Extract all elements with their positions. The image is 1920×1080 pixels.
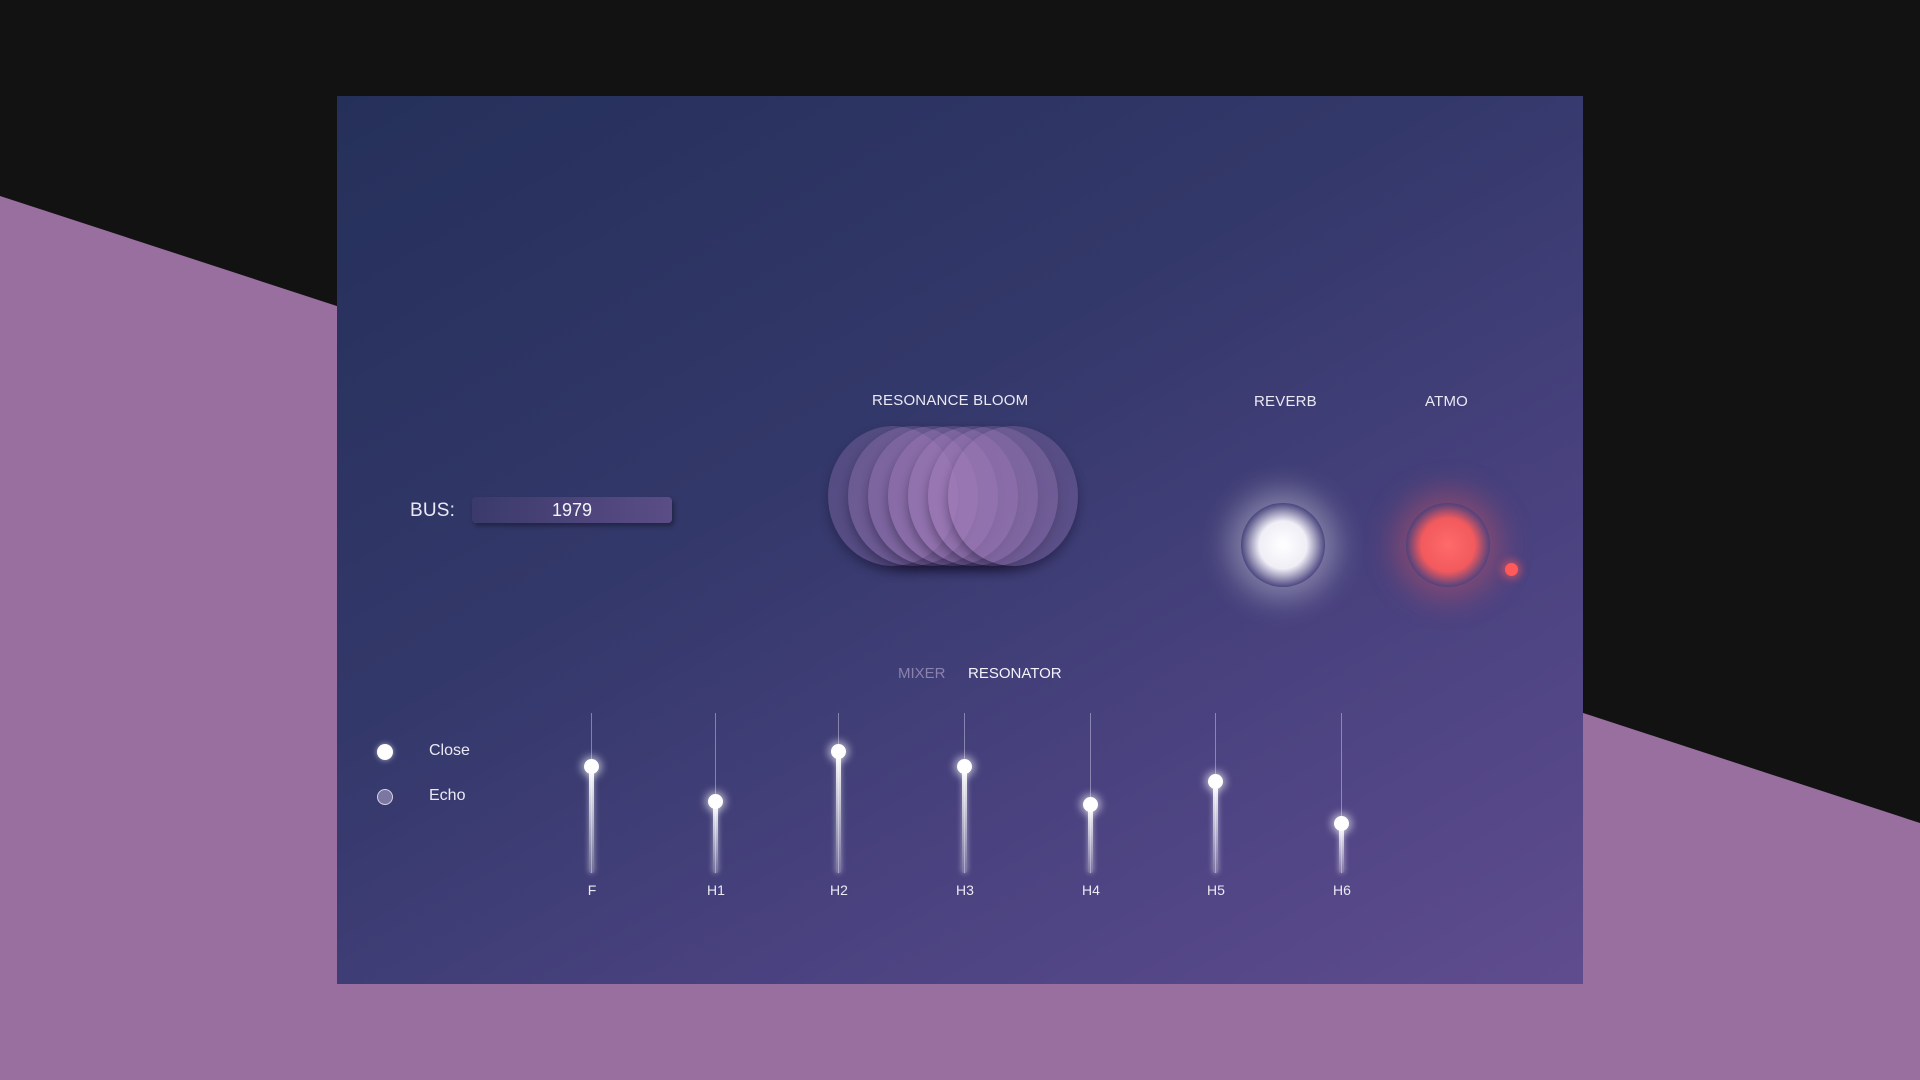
slider-handle[interactable]: [1208, 774, 1223, 789]
bus-value-field[interactable]: 1979: [472, 497, 672, 523]
atmo-title: ATMO: [1425, 393, 1469, 410]
slider-fill: [589, 766, 594, 873]
slider-h3[interactable]: H3: [945, 713, 985, 898]
slider-handle[interactable]: [1083, 796, 1098, 812]
radio-echo[interactable]: [377, 789, 393, 805]
slider-label: F: [587, 882, 597, 898]
reverb-knob[interactable]: [1241, 503, 1325, 587]
slider-handle[interactable]: [584, 759, 599, 774]
slider-label: H3: [956, 882, 974, 898]
slider-label: H4: [1082, 882, 1100, 898]
radio-close[interactable]: [377, 744, 393, 760]
reverb-title: REVERB: [1254, 393, 1317, 410]
radio-echo-label: Echo: [429, 787, 466, 804]
slider-h6[interactable]: H6: [1322, 713, 1362, 898]
slider-handle[interactable]: [831, 744, 846, 759]
slider-fill: [1213, 781, 1218, 873]
tab-resonator[interactable]: RESONATOR: [968, 665, 1062, 682]
tab-mixer[interactable]: MIXER: [898, 665, 946, 682]
slider-label: H1: [707, 882, 725, 898]
slider-handle[interactable]: [1334, 816, 1349, 831]
slider-label: H6: [1333, 882, 1351, 898]
plugin-panel: BUS: 1979 RESONANCE BLOOM REVERB ATMO MI…: [337, 96, 1583, 984]
bus-label: BUS:: [410, 500, 456, 521]
slider-fill: [962, 766, 967, 873]
slider-fill: [1088, 803, 1093, 873]
atmo-knob[interactable]: [1406, 503, 1490, 587]
slider-handle[interactable]: [957, 759, 972, 774]
slider-h4[interactable]: H4: [1071, 713, 1111, 898]
slider-label: H2: [830, 882, 848, 898]
slider-f[interactable]: F: [572, 713, 612, 898]
slider-fill: [713, 800, 718, 873]
slider-label: H5: [1207, 882, 1225, 898]
slider-h2[interactable]: H2: [819, 713, 859, 898]
slider-handle[interactable]: [708, 793, 723, 809]
radio-close-label: Close: [429, 742, 470, 759]
atmo-indicator-led: [1505, 563, 1518, 576]
resonance-bloom-title: RESONANCE BLOOM: [872, 392, 1029, 409]
slider-fill: [836, 751, 841, 873]
slider-h5[interactable]: H5: [1196, 713, 1236, 898]
resonance-bloom-visual[interactable]: [828, 426, 1078, 571]
slider-h1[interactable]: H1: [696, 713, 736, 898]
